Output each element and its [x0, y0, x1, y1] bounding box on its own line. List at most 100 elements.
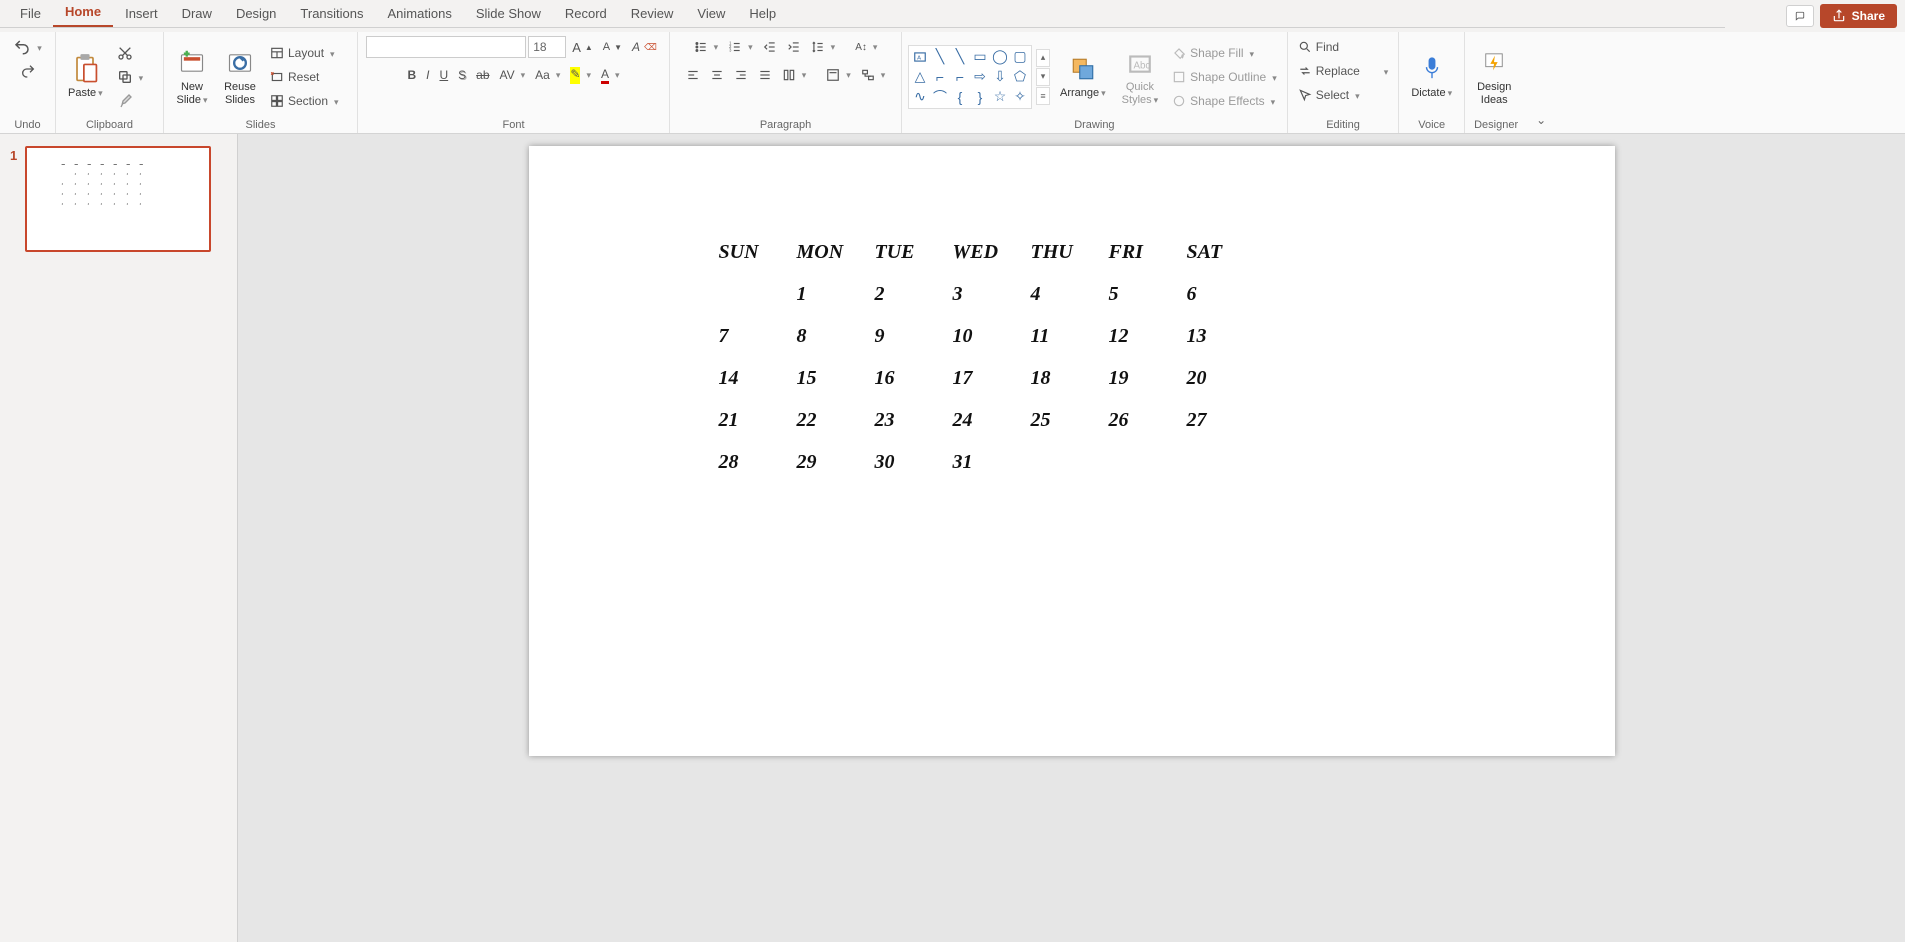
cal-header: TUE — [875, 241, 953, 283]
tab-animations[interactable]: Animations — [376, 2, 464, 27]
increase-font-button[interactable]: A▲ — [568, 36, 597, 58]
line-spacing-button[interactable] — [807, 36, 840, 58]
font-color-button[interactable]: A — [597, 64, 624, 86]
align-right-button[interactable] — [730, 64, 752, 86]
section-button[interactable]: Section — [266, 90, 343, 112]
select-button[interactable]: Select — [1294, 84, 1364, 106]
pentagon-shape-icon[interactable]: ⬠ — [1011, 68, 1029, 86]
highlight-button[interactable]: ✎ — [566, 64, 595, 86]
arc-shape-icon[interactable]: ⌒ — [931, 88, 949, 106]
arrow-shape-icon[interactable]: ⇨ — [971, 68, 989, 86]
cal-cell: 30 — [875, 451, 953, 493]
numbering-button[interactable]: 123 — [724, 36, 757, 58]
format-painter-button[interactable] — [113, 90, 148, 112]
layout-button[interactable]: Layout — [266, 42, 343, 64]
slide-canvas-area[interactable]: SUNMONTUEWEDTHUFRISAT1234567891011121314… — [238, 134, 1905, 942]
bold-button[interactable]: B — [403, 64, 420, 86]
collapse-ribbon-button[interactable]: ⌄ — [1527, 32, 1555, 133]
copy-button[interactable] — [113, 66, 148, 88]
brace-l-shape-icon[interactable]: { — [951, 88, 969, 106]
arrowdown-shape-icon[interactable]: ⇩ — [991, 68, 1009, 86]
roundrect-shape-icon[interactable]: ▢ — [1011, 48, 1029, 66]
shapes-gallery[interactable]: A ╲ ╲ ▭ ◯ ▢ △ ⌐ ⌐ ⇨ ⇩ ⬠ ∿ ⌒ { } ☆ — [908, 45, 1050, 109]
line2-shape-icon[interactable]: ╲ — [951, 48, 969, 66]
arrange-button[interactable]: Arrange — [1054, 51, 1112, 102]
chevron-down-icon — [328, 46, 335, 60]
change-case-button[interactable]: Aa — [531, 64, 564, 86]
design-ideas-button[interactable]: Design Ideas — [1471, 45, 1517, 108]
rect-shape-icon[interactable]: ▭ — [971, 48, 989, 66]
tab-draw[interactable]: Draw — [170, 2, 224, 27]
shape-effects-button[interactable]: Shape Effects — [1168, 90, 1281, 112]
reuse-slides-button[interactable]: Reuse Slides — [218, 45, 262, 108]
gallery-expand[interactable]: ≡ — [1036, 87, 1050, 105]
callout-shape-icon[interactable]: ✧ — [1011, 88, 1029, 106]
shape-fill-button[interactable]: Shape Fill — [1168, 42, 1281, 64]
justify-button[interactable] — [754, 64, 776, 86]
group-label-undo: Undo — [6, 117, 49, 131]
slide-thumbnail-1[interactable]: ‒‒‒‒‒‒‒··························· — [25, 146, 211, 252]
section-icon — [270, 94, 284, 108]
brace-r-shape-icon[interactable]: } — [971, 88, 989, 106]
text-shadow-button[interactable]: S — [454, 64, 470, 86]
tab-view[interactable]: View — [685, 2, 737, 27]
quick-styles-button[interactable]: Abc Quick Styles — [1116, 45, 1165, 108]
undo-button[interactable] — [9, 36, 46, 58]
tab-help[interactable]: Help — [737, 2, 788, 27]
align-center-icon — [710, 68, 724, 82]
align-text-button[interactable] — [822, 64, 855, 86]
slide[interactable]: SUNMONTUEWEDTHUFRISAT1234567891011121314… — [529, 146, 1615, 756]
columns-icon — [782, 68, 796, 82]
star-shape-icon[interactable]: ☆ — [991, 88, 1009, 106]
tab-file[interactable]: File — [8, 2, 53, 27]
curve-shape-icon[interactable]: ∿ — [911, 88, 929, 106]
shape-outline-button[interactable]: Shape Outline — [1168, 66, 1281, 88]
tab-home[interactable]: Home — [53, 0, 113, 27]
line-shape-icon[interactable]: ╲ — [931, 48, 949, 66]
char-spacing-button[interactable]: AV — [496, 64, 530, 86]
gallery-scroll-down[interactable]: ▾ — [1036, 68, 1050, 86]
tab-insert[interactable]: Insert — [113, 2, 170, 27]
gallery-scroll-up[interactable]: ▴ — [1036, 49, 1050, 67]
decrease-font-button[interactable]: A▼ — [599, 36, 626, 58]
replace-button[interactable]: Replace — [1294, 60, 1393, 82]
italic-button[interactable]: I — [422, 64, 433, 86]
paste-button[interactable]: Paste — [62, 51, 109, 102]
outline-icon — [1172, 70, 1186, 84]
columns-button[interactable] — [778, 64, 811, 86]
tab-record[interactable]: Record — [553, 2, 619, 27]
oval-shape-icon[interactable]: ◯ — [991, 48, 1009, 66]
underline-button[interactable]: U — [435, 64, 452, 86]
clear-formatting-button[interactable]: A⌫ — [628, 36, 661, 58]
cut-button[interactable] — [113, 42, 148, 64]
align-center-button[interactable] — [706, 64, 728, 86]
font-size-input[interactable] — [528, 36, 566, 58]
svg-text:3: 3 — [729, 48, 732, 53]
tab-slideshow[interactable]: Slide Show — [464, 2, 553, 27]
decrease-indent-button[interactable] — [759, 36, 781, 58]
tab-design[interactable]: Design — [224, 2, 288, 27]
tab-review[interactable]: Review — [619, 2, 686, 27]
connector2-shape-icon[interactable]: ⌐ — [951, 68, 969, 86]
work-area: 1 ‒‒‒‒‒‒‒··························· SUN… — [0, 134, 1905, 942]
font-family-input[interactable] — [366, 36, 526, 58]
reset-button[interactable]: Reset — [266, 66, 343, 88]
align-left-button[interactable] — [682, 64, 704, 86]
connector-shape-icon[interactable]: ⌐ — [931, 68, 949, 86]
smartart-button[interactable] — [857, 64, 890, 86]
triangle-shape-icon[interactable]: △ — [911, 68, 929, 86]
redo-button[interactable] — [16, 60, 40, 82]
text-direction-button[interactable]: A↕ — [851, 36, 881, 58]
new-slide-button[interactable]: New Slide — [170, 45, 214, 108]
bullets-button[interactable] — [690, 36, 723, 58]
group-label-clipboard: Clipboard — [62, 117, 157, 131]
increase-indent-button[interactable] — [783, 36, 805, 58]
textbox-shape-icon[interactable]: A — [911, 48, 929, 66]
dictate-button[interactable]: Dictate — [1405, 51, 1458, 102]
tab-transitions[interactable]: Transitions — [288, 2, 375, 27]
comments-button[interactable] — [1786, 5, 1814, 27]
find-button[interactable]: Find — [1294, 36, 1343, 58]
share-button[interactable]: Share — [1820, 4, 1897, 28]
numbering-icon: 123 — [728, 40, 742, 54]
strikethrough-button[interactable]: ab — [472, 64, 493, 86]
